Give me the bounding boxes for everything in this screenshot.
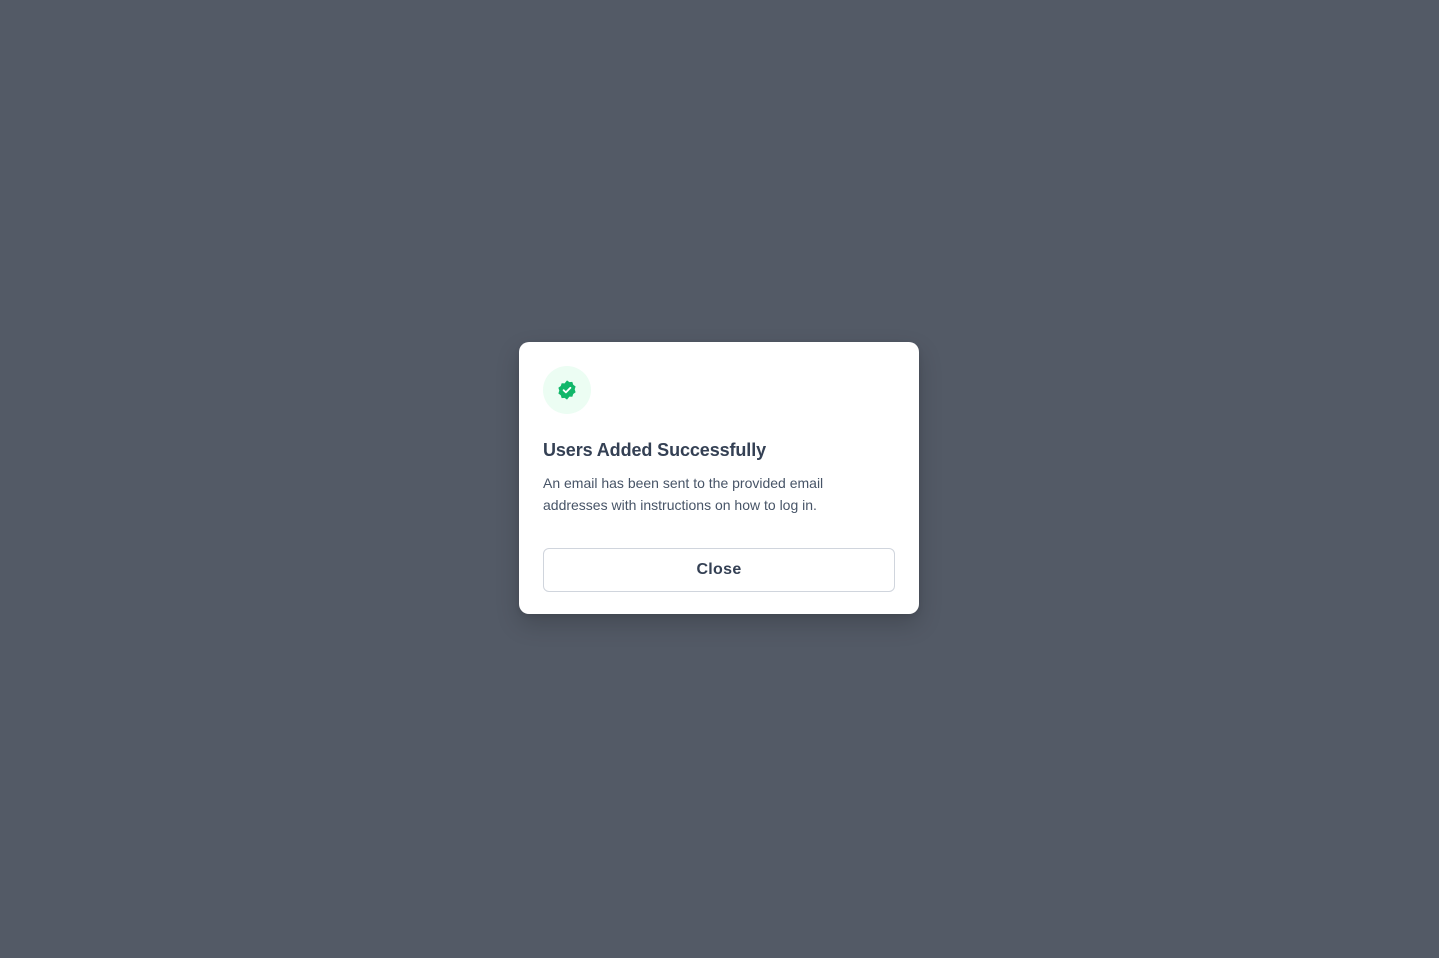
dialog-title: Users Added Successfully <box>543 440 767 460</box>
success-icon-container <box>543 366 591 414</box>
success-dialog: Users Added Successfully An email has be… <box>519 342 919 614</box>
verified-badge-icon <box>558 380 576 400</box>
dialog-description: An email has been sent to the provided e… <box>543 475 824 513</box>
close-button[interactable]: Close <box>543 548 895 592</box>
